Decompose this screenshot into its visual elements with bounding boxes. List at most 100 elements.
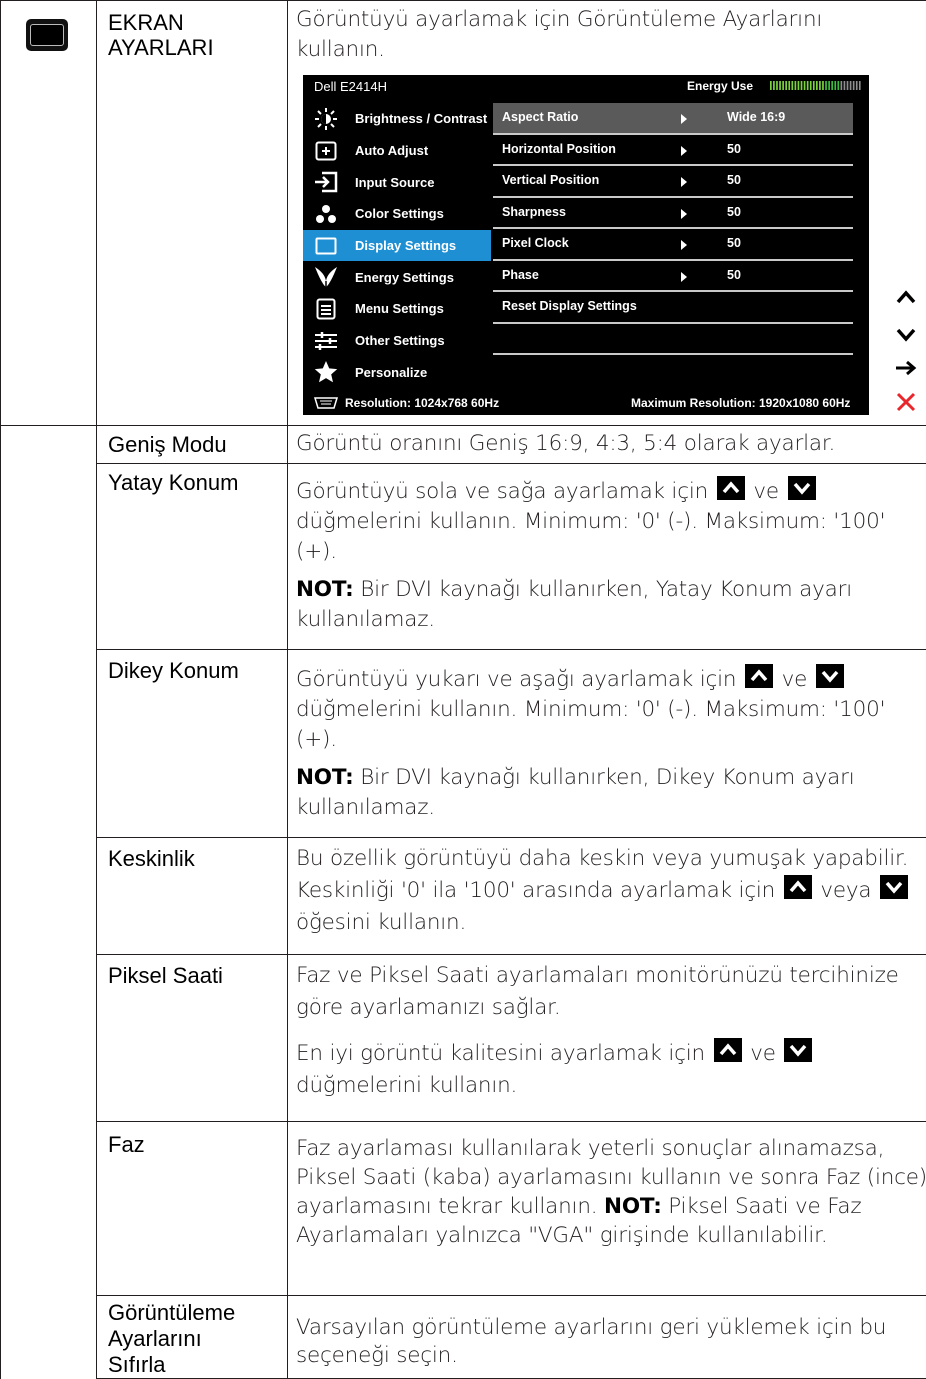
osd-submenu-item[interactable]: Horizontal Position 50: [493, 135, 853, 167]
table-row: Dikey Konum Görüntüyü yukarı ve aşağı ay…: [1, 650, 926, 838]
energy-meter-segment: [782, 81, 784, 90]
row-icon-cell: [1, 1, 97, 426]
osd-menu-item[interactable]: Energy Settings: [303, 261, 491, 293]
row-name: Dikey Konum: [97, 650, 287, 683]
energy-meter-segment: [819, 81, 821, 90]
display-icon: [311, 237, 341, 255]
row-name: Faz: [97, 1122, 287, 1157]
energy-meter-segment: [822, 81, 824, 90]
osd-submenu: Aspect Ratio Wide 16:9 Horizontal Positi…: [493, 103, 853, 385]
osd-submenu-item[interactable]: Phase 50: [493, 261, 853, 293]
energy-meter-segment: [810, 81, 812, 90]
auto-adjust-icon: [311, 141, 341, 161]
table-row: Faz Faz ayarlaması kullanılarak yeterli …: [1, 1122, 926, 1296]
osd-menu-item[interactable]: Other Settings: [303, 325, 491, 357]
table-row: Piksel Saati Faz ve Piksel Saati ayarlam…: [1, 955, 926, 1122]
arrow-right-icon: [681, 237, 687, 255]
down-button[interactable]: [894, 323, 918, 347]
row-name: Piksel Saati: [97, 955, 287, 988]
exit-button[interactable]: [894, 390, 918, 414]
energy-use-label: Energy Use: [687, 79, 753, 93]
energy-meter-segment: [813, 81, 815, 90]
osd-menu-item-selected[interactable]: Display Settings: [303, 230, 491, 262]
input-source-icon: [311, 171, 341, 193]
osd-submenu-item[interactable]: Sharpness 50: [493, 198, 853, 230]
energy-meter-segment: [850, 81, 852, 90]
energy-meter-segment: [798, 81, 800, 90]
osd-menu-item[interactable]: Input Source: [303, 166, 491, 198]
chevron-down-icon: [896, 328, 916, 342]
energy-meter-segment: [770, 81, 772, 90]
current-resolution: Resolution: 1024x768 60Hz: [345, 396, 499, 410]
down-arrow-icon: [880, 875, 908, 899]
energy-use-meter: [770, 81, 862, 90]
row-name: Görüntüleme Ayarlarını Sıfırla: [97, 1296, 264, 1378]
up-arrow-icon: [717, 476, 745, 500]
energy-meter-segment: [816, 81, 818, 90]
star-icon: [311, 360, 341, 384]
osd-menu-item[interactable]: Brightness / Contrast: [303, 103, 491, 135]
energy-meter-segment: [795, 81, 797, 90]
osd-main-menu: Brightness / Contrast Auto Adjust Input …: [303, 103, 491, 388]
osd-menu-item[interactable]: Menu Settings: [303, 293, 491, 325]
up-arrow-icon: [714, 1038, 742, 1062]
osd-menu-item[interactable]: Personalize: [303, 357, 491, 389]
energy-meter-segment: [856, 81, 858, 90]
row-desc: Faz ve Piksel Saati ayarlamaları monitör…: [288, 955, 926, 1104]
other-settings-icon: [311, 331, 341, 351]
arrow-right-icon: [681, 269, 687, 287]
menu-icon: [311, 298, 341, 320]
row-desc: Varsayılan görüntüleme ayarlarını geri y…: [288, 1296, 926, 1372]
energy-meter-segment: [825, 81, 827, 90]
down-arrow-icon: [816, 664, 844, 688]
energy-meter-segment: [773, 81, 775, 90]
osd-menu-item[interactable]: Color Settings: [303, 198, 491, 230]
osd-model-title: Dell E2414H: [314, 79, 387, 94]
osd-footer: Resolution: 1024x768 60Hz Maximum Resolu…: [303, 391, 869, 415]
energy-meter-segment: [791, 81, 793, 90]
energy-meter-segment: [788, 81, 790, 90]
monitor-osd-menu: Dell E2414H Energy Use Brightness / Cont…: [303, 75, 869, 415]
osd-menu-item[interactable]: Auto Adjust: [303, 135, 491, 167]
energy-meter-segment: [847, 81, 849, 90]
energy-meter-segment: [785, 81, 787, 90]
energy-meter-segment: [844, 81, 846, 90]
row-desc: Görüntüyü sola ve sağa ayarlamak için ve…: [288, 464, 926, 637]
energy-meter-segment: [841, 81, 843, 90]
display-settings-icon: [26, 19, 68, 51]
osd-submenu-item[interactable]: Vertical Position 50: [493, 166, 853, 198]
chevron-up-icon: [896, 290, 916, 304]
row-name: Yatay Konum: [97, 464, 287, 495]
energy-meter-segment: [828, 81, 830, 90]
row-desc: Görüntüyü yukarı ve aşağı ayarlamak için…: [288, 650, 926, 825]
enter-button[interactable]: [894, 356, 918, 380]
arrow-right-icon: [681, 143, 687, 161]
arrow-right-icon: [681, 206, 687, 224]
brightness-icon: [311, 107, 341, 131]
arrow-right-icon: [681, 111, 687, 129]
row-desc: Görüntü oranını Geniş 16:9, 4:3, 5:4 ola…: [288, 426, 926, 461]
osd-submenu-item[interactable]: Pixel Clock 50: [493, 229, 853, 261]
energy-meter-segment: [859, 81, 861, 90]
energy-meter-segment: [776, 81, 778, 90]
energy-meter-segment: [801, 81, 803, 90]
up-arrow-icon: [745, 664, 773, 688]
up-button[interactable]: [894, 285, 918, 309]
color-settings-icon: [311, 203, 341, 225]
up-arrow-icon: [784, 875, 812, 899]
energy-meter-segment: [831, 81, 833, 90]
row-name: Geniş Modu: [97, 426, 287, 457]
row-desc: Bu özellik görüntüyü daha keskin veya yu…: [288, 838, 926, 941]
row-name: Keskinlik: [97, 838, 287, 871]
row-name: EKRAN AYARLARI: [97, 1, 254, 60]
osd-submenu-item[interactable]: Reset Display Settings: [493, 292, 853, 324]
energy-leaf-icon: [311, 265, 341, 289]
osd-submenu-item[interactable]: Aspect Ratio Wide 16:9: [493, 103, 853, 135]
arrow-right-icon: [895, 360, 917, 376]
osd-header: Dell E2414H Energy Use: [303, 75, 869, 99]
energy-meter-segment: [807, 81, 809, 90]
vga-connector-icon: [313, 396, 339, 414]
energy-meter-segment: [853, 81, 855, 90]
osd-submenu-empty: [493, 324, 853, 356]
arrow-right-icon: [681, 174, 687, 192]
